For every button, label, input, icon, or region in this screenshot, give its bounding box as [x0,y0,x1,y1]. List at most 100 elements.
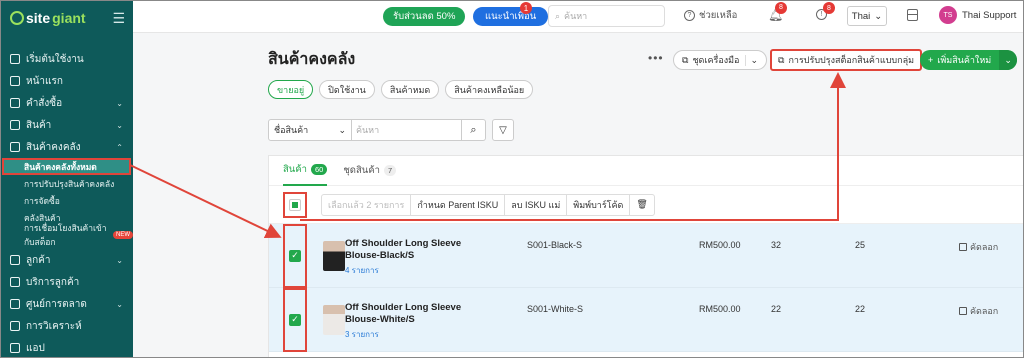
language-select[interactable]: Thai ⌄ [847,6,887,26]
user-menu[interactable]: TS Thai Support [939,6,1016,24]
product-name[interactable]: Off Shoulder Long Sleeve Blouse-Black/S [345,238,495,262]
sidebar-subitem-all-inventory[interactable]: สินค้าคงคลังทั้งหมด [2,158,131,175]
toolkit-button[interactable]: ⧉ ชุดเครื่องมือ ⌄ [673,50,768,70]
sidebar-item-label: แอป [26,342,45,354]
clipboard-icon [10,98,20,108]
sidebar-item-apps[interactable]: แอป [0,337,133,358]
tab-count: 7 [383,165,397,176]
chat-icon [10,277,20,287]
status-tab-selling[interactable]: ขายอยู่ [268,80,314,99]
sitegiant-logo[interactable]: site giant [10,10,86,26]
sidebar-item-customer-service[interactable]: บริการลูกค้า [0,271,133,293]
variant-count-link[interactable]: 4 รายการ [345,264,495,277]
print-barcode-button[interactable]: พิมพ์บาร์โค้ด [567,194,631,215]
sidebar-item-products[interactable]: สินค้า ⌄ [0,114,133,136]
sidebar-item-getting-started[interactable]: เริ่มต้นใช้งาน [0,48,133,70]
row-checkbox[interactable]: ✓ [289,313,301,326]
sidebar-item-home[interactable]: หน้าแรก [0,70,133,92]
alert-badge: 8 [823,2,835,14]
set-parent-isku-button[interactable]: กำหนด Parent ISKU [411,194,506,215]
status-tab-out-of-stock[interactable]: สินค้าหมด [380,80,440,99]
copy-icon [959,243,967,251]
question-icon: ? [684,10,695,21]
sidebar-item-label: ลูกค้า [26,254,51,266]
chevron-down-icon[interactable]: ⌄ [999,50,1018,70]
sidebar-item-customers[interactable]: ลูกค้า ⌄ [0,249,133,271]
sidebar-item-label: สินค้าคงคลัง [26,141,81,153]
tab-products[interactable]: สินค้า 60 [283,156,328,186]
sidebar-item-label: การวิเคราะห์ [26,320,82,332]
copy-button[interactable]: คัดลอก [959,240,998,254]
table-row[interactable]: ✓ Off Shoulder Long Sleeve Blouse-White/… [269,287,1023,352]
sidebar-item-marketing[interactable]: ศูนย์การตลาด ⌄ [0,293,133,315]
home-icon [10,76,20,86]
new-badge: NEW [113,230,133,239]
percent-icon [10,299,20,309]
search-field-value: ชื่อสินค้า [274,125,309,135]
status-tab-low-stock[interactable]: สินค้าคงเหลือน้อย [445,80,534,99]
sidebar-subitem-purchasing[interactable]: การจัดซื้อ [0,192,133,209]
sidebar-item-analytics[interactable]: การวิเคราะห์ [0,315,133,337]
logo-mark-icon [10,11,24,25]
search-icon[interactable]: ⌕ [462,119,486,141]
discount-promo-button[interactable]: รับส่วนลด 50% [383,7,466,26]
sidebar-subitem-label: การปรับปรุงสินค้าคงคลัง [24,178,115,189]
trash-icon[interactable]: 🗑︎ [630,195,653,215]
product-table: สินค้า 60 ชุดสินค้า 7 เลือกแล้ว 2 รายการ ก… [268,155,1024,358]
sidebar-nav: เริ่มต้นใช้งาน หน้าแรก คำสั่งซื้อ ⌄ สินค้… [0,48,133,358]
product-thumbnail [323,304,345,335]
variant-count-link[interactable]: 3 รายการ [345,328,495,341]
add-product-button[interactable]: + เพิ่มสินค้าใหม่ ⌄ [920,50,1018,70]
bulk-stock-adjust-button[interactable]: ⧉ การปรับปรุงสต็อกสินค้าแบบกลุ่ม [770,49,923,71]
remove-parent-isku-button[interactable]: ลบ ISKU แม่ [505,194,568,215]
selected-count-label: เลือกแล้ว 2 รายการ [322,194,412,215]
sidebar-item-label: เริ่มต้นใช้งาน [26,53,84,65]
sku-cell: S001-Black-S [527,240,583,250]
menu-toggle-icon[interactable]: ☰ [112,10,125,27]
bulk-action-group: เลือกแล้ว 2 รายการ กำหนด Parent ISKU ลบ … [321,193,655,216]
tab-bundles[interactable]: ชุดสินค้า 7 [343,156,397,186]
toolkit-label: ชุดเครื่องมือ [692,55,740,65]
copy-label: คัดลอก [970,306,999,316]
search-icon: ⌕ [555,10,561,21]
rocket-icon [10,54,20,64]
layers-icon[interactable] [907,9,918,21]
tab-label: สินค้า [283,164,307,175]
global-search-input[interactable]: ⌕ ค้นหา [548,5,665,27]
filter-icon[interactable]: ▽ [492,119,514,141]
more-options-icon[interactable]: ••• [648,51,664,65]
copy-icon [959,307,967,315]
chevron-down-icon: ⌄ [116,98,123,108]
copy-label: คัดลอก [970,242,999,252]
chevron-down-icon: ⌄ [116,120,123,130]
sidebar-subitem-inventory-adjustment[interactable]: การปรับปรุงสินค้าคงคลัง [0,175,133,192]
alert-icon[interactable]: ! 8 [816,2,835,21]
status-tab-disabled[interactable]: ปิดใช้งาน [319,80,375,99]
available-quantity-cell: 22 [855,304,866,314]
user-name: Thai Support [962,9,1017,21]
bulk-stock-adjust-label: การปรับปรุงสต็อกสินค้าแบบกลุ่ม [788,55,915,65]
quantity-cell: 22 [771,304,782,314]
price-cell: RM500.00 [699,304,741,314]
quantity-cell: 32 [771,240,782,250]
sidebar-header: site giant ☰ [0,0,133,36]
select-all-checkbox[interactable] [289,198,301,211]
search-field-select[interactable]: ชื่อสินค้า ⌄ [268,119,352,141]
copy-button[interactable]: คัดลอก [959,304,998,318]
table-row[interactable]: ✓ Off Shoulder Long Sleeve Blouse-Black/… [269,223,1023,288]
product-name[interactable]: Off Shoulder Long Sleeve Blouse-White/S [345,302,495,326]
sidebar-subitem-stock-linking[interactable]: การเชื่อมโยงสินค้าเข้ากับสต็อก NEW [0,223,133,247]
users-icon [10,255,20,265]
product-search-input[interactable]: ค้นหา [352,119,462,141]
row-checkbox[interactable]: ✓ [289,249,301,262]
search-placeholder: ค้นหา [564,11,588,21]
help-link[interactable]: ? ช่วยเหลือ [684,8,737,23]
bell-icon[interactable]: 🔔︎ 8 [768,2,787,21]
tab-label: ชุดสินค้า [343,165,380,176]
sidebar-item-inventory[interactable]: สินค้าคงคลัง ⌃ [0,136,133,158]
table-tabs: สินค้า 60 ชุดสินค้า 7 [269,156,1023,186]
sidebar-item-orders[interactable]: คำสั่งซื้อ ⌄ [0,92,133,114]
logo-text-site: site [26,10,51,26]
chevron-down-icon: ⌄ [116,299,123,309]
refer-friend-button[interactable]: แนะนำเพื่อน [473,7,549,26]
